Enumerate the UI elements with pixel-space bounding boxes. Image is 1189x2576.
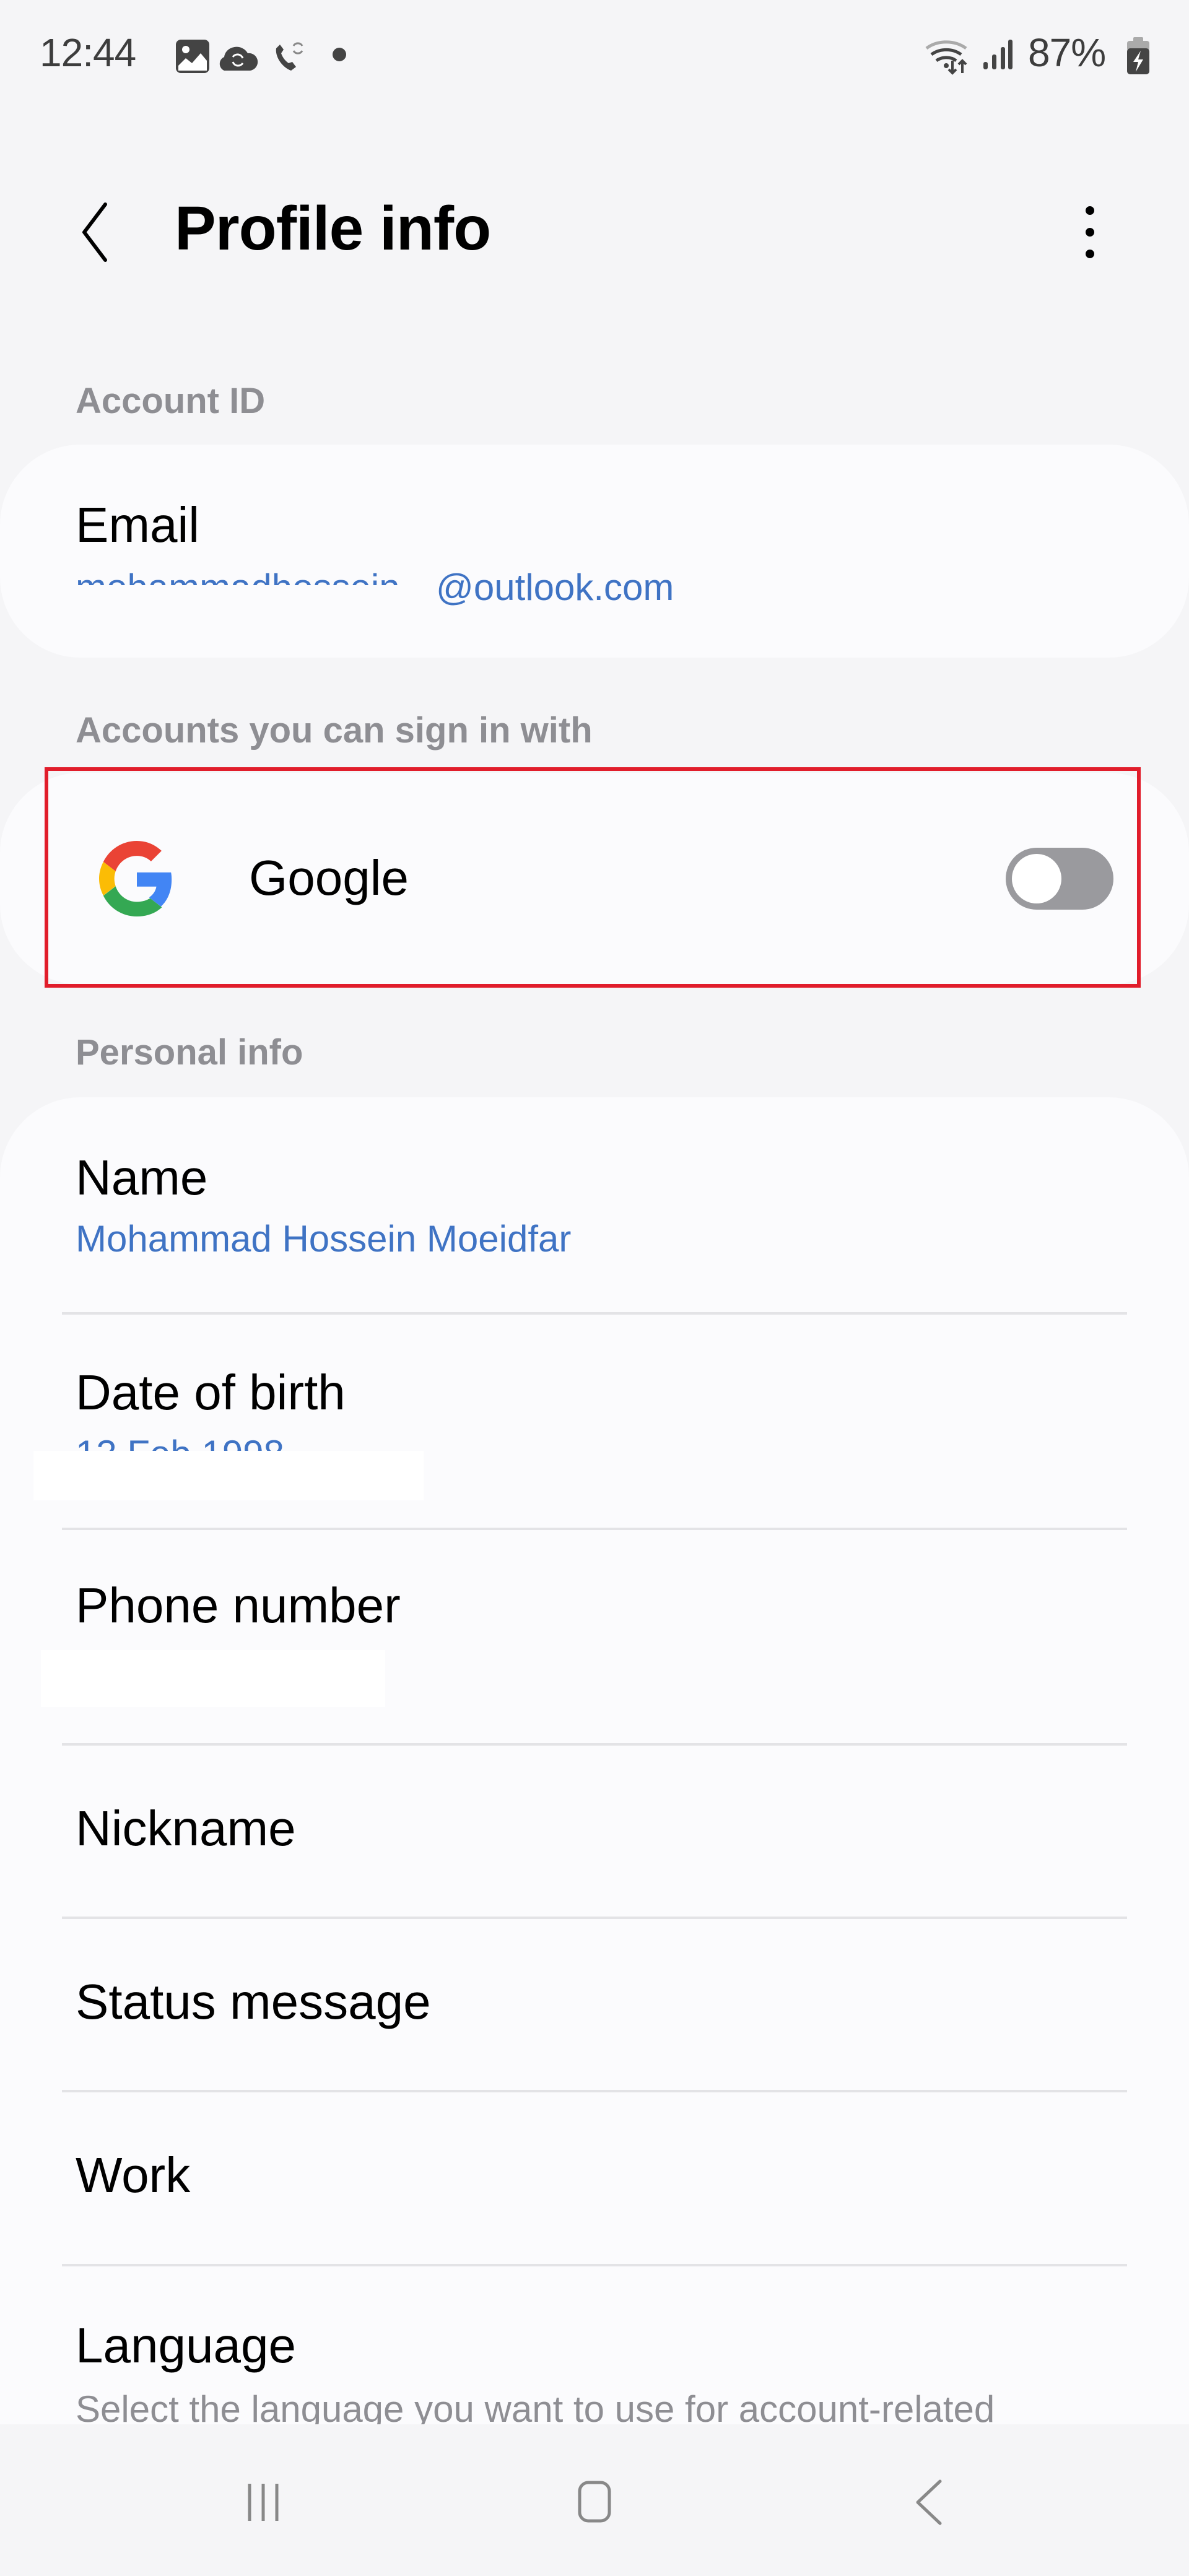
- signal-icon: [983, 40, 1013, 69]
- back-button[interactable]: [68, 198, 124, 266]
- section-label-personal-info: Personal info: [76, 1032, 303, 1073]
- name-row[interactable]: Name Mohammad Hossein Moeidfar: [0, 1097, 1189, 1313]
- status-time: 12:44: [40, 30, 136, 75]
- work-label: Work: [76, 2147, 191, 2203]
- name-label: Name: [76, 1150, 208, 1205]
- nav-back-icon: [916, 2479, 942, 2525]
- battery-percent: 87%: [1028, 30, 1106, 75]
- work-row[interactable]: Work: [0, 2092, 1189, 2266]
- recents-button[interactable]: [214, 2461, 313, 2542]
- redaction-overlay: [41, 1650, 385, 1707]
- email-value: @outlook.com: [436, 567, 674, 608]
- more-options-icon: [1086, 206, 1094, 258]
- home-button[interactable]: [545, 2461, 644, 2542]
- gallery-icon: [176, 40, 209, 73]
- page-title: Profile info: [175, 194, 491, 263]
- redaction-overlay: [33, 1451, 424, 1500]
- nickname-row[interactable]: Nickname: [0, 1746, 1189, 1918]
- more-options-button[interactable]: [1065, 198, 1115, 266]
- email-label: Email: [76, 497, 200, 552]
- home-icon: [578, 2481, 611, 2523]
- nav-back-button[interactable]: [879, 2461, 978, 2542]
- section-label-sign-in-accounts: Accounts you can sign in with: [76, 710, 593, 751]
- google-label: Google: [249, 850, 409, 905]
- google-logo-icon: [99, 841, 172, 916]
- language-label: Language: [76, 2318, 296, 2373]
- date-of-birth-row[interactable]: Date of birth 13 Feb 1998: [0, 1315, 1189, 1530]
- notification-dot-icon: [333, 48, 346, 61]
- language-description: Select the language you want to use for …: [76, 2388, 995, 2424]
- section-label-account-id: Account ID: [76, 381, 266, 421]
- date-of-birth-label: Date of birth: [76, 1365, 346, 1420]
- toggle-knob: [1012, 854, 1061, 903]
- wifi-data-icon: [925, 40, 967, 75]
- recents-icon: [248, 2484, 279, 2521]
- email-card[interactable]: Email mohammadhossein @outlook.com: [0, 445, 1189, 658]
- language-row[interactable]: Language Select the language you want to…: [0, 2266, 1189, 2424]
- phone-number-row[interactable]: Phone number: [0, 1530, 1189, 1745]
- status-message-row[interactable]: Status message: [0, 1919, 1189, 2092]
- name-value: Mohammad Hossein Moeidfar: [76, 1218, 572, 1260]
- google-sign-in-toggle[interactable]: [1006, 848, 1113, 910]
- phone-number-label: Phone number: [76, 1578, 401, 1633]
- battery-charging-icon: [1127, 37, 1149, 74]
- call-sync-icon: [276, 42, 303, 71]
- navigation-bar: [0, 2424, 1189, 2576]
- status-message-label: Status message: [76, 1974, 431, 2029]
- email-redacted-fragment: mohammadhossein: [76, 567, 400, 608]
- back-arrow-icon: [82, 202, 107, 262]
- cloud-sync-icon: [219, 46, 258, 71]
- nickname-label: Nickname: [76, 1801, 296, 1856]
